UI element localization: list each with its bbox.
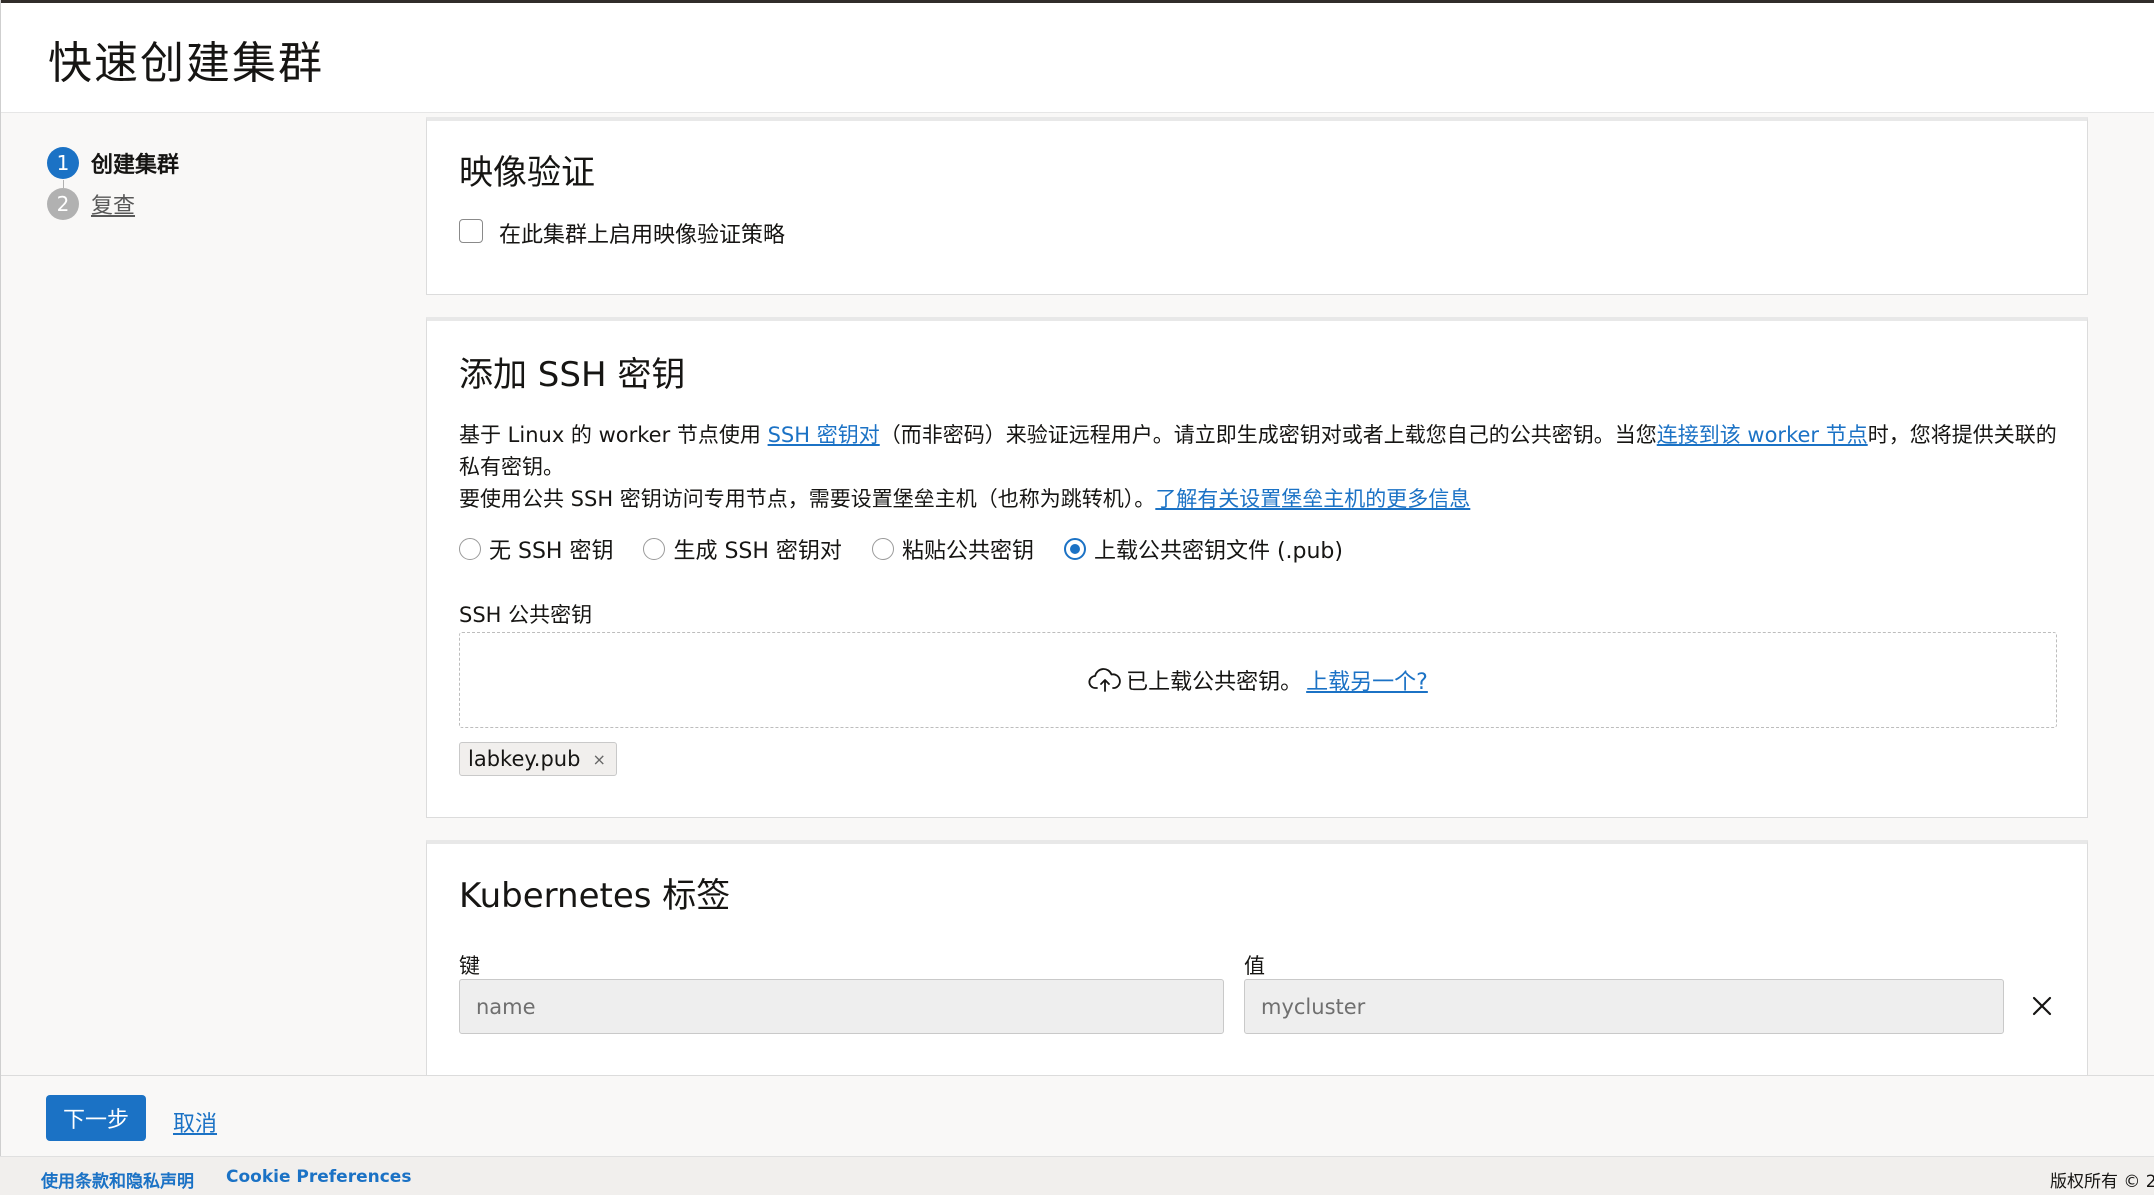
image-verification-card: 映像验证 在此集群上启用映像验证策略 — [426, 117, 2088, 295]
step-number: 2 — [47, 188, 79, 220]
page-header: 快速创建集群 — [1, 3, 2154, 113]
ssh-option-group: 无 SSH 密钥 生成 SSH 密钥对 粘贴公共密钥 上载公共密钥文件 (.pu… — [459, 533, 1373, 565]
ssh-description: 基于 Linux 的 worker 节点使用 SSH 密钥对（而非密码）来验证远… — [459, 419, 2059, 515]
page-footer: 使用条款和隐私声明 Cookie Preferences 版权所有 © 2 — [0, 1156, 2154, 1195]
radio-button[interactable] — [1063, 538, 1086, 560]
upload-status: 已上载公共密钥。 — [1126, 670, 1303, 695]
section-title: Kubernetes 标签 — [459, 876, 731, 916]
checkbox-label[interactable]: 在此集群上启用映像验证策略 — [499, 217, 785, 249]
ssh-key-card: 添加 SSH 密钥 基于 Linux 的 worker 节点使用 SSH 密钥对… — [426, 317, 2088, 818]
next-button[interactable]: 下一步 — [46, 1095, 146, 1141]
copyright-text: 版权所有 © 2 — [2050, 1172, 2154, 1192]
step-label: 创建集群 — [91, 153, 180, 178]
step-number: 1 — [47, 147, 79, 179]
radio-button[interactable] — [643, 538, 666, 560]
ssh-description-line2: 要使用公共 SSH 密钥访问专用节点，需要设置堡垒主机（也称为跳转机）。了解有关… — [459, 483, 2059, 515]
value-label: 值 — [1244, 954, 1265, 978]
chip-remove-icon[interactable]: × — [592, 750, 605, 769]
desc-text: （而非密码）来验证远程用户。请立即生成密钥对或者上载您自己的公共密钥。当您 — [879, 423, 1657, 447]
ssh-public-key-label: SSH 公共密钥 — [459, 603, 593, 627]
terms-privacy-link[interactable]: 使用条款和隐私声明 — [41, 1167, 194, 1192]
radio-upload-public-key[interactable]: 上载公共密钥文件 (.pub) — [1063, 533, 1343, 565]
uploaded-file-chip: labkey.pub × — [459, 742, 617, 776]
public-key-dropzone[interactable]: 已上载公共密钥。 上载另一个? — [459, 632, 2057, 728]
page-title: 快速创建集群 — [48, 38, 324, 89]
upload-cloud-icon — [1088, 668, 1121, 692]
radio-label[interactable]: 粘贴公共密钥 — [902, 533, 1034, 565]
section-title: 映像验证 — [459, 153, 595, 193]
label-value-input[interactable]: mycluster — [1244, 979, 2004, 1034]
connect-worker-link[interactable]: 连接到该 worker 节点 — [1657, 423, 1868, 447]
wizard-body: 1 创建集群 2 复查 映像验证 在此集群上启用映像验证策略 添加 SSH 密钥… — [1, 113, 2154, 1075]
ssh-keypair-link[interactable]: SSH 密钥对 — [768, 423, 880, 447]
key-label: 键 — [459, 954, 480, 978]
upload-another-link[interactable]: 上载另一个? — [1306, 664, 1428, 696]
cookie-preferences-link[interactable]: Cookie Preferences — [226, 1167, 411, 1187]
label-key-input[interactable]: name — [459, 979, 1224, 1034]
desc-text: 基于 Linux 的 worker 节点使用 — [459, 423, 768, 447]
image-verification-checkbox[interactable] — [459, 219, 483, 243]
desc-text: 要使用公共 SSH 密钥访问专用节点，需要设置堡垒主机（也称为跳转机）。 — [459, 487, 1156, 511]
radio-button[interactable] — [871, 538, 894, 560]
step-label[interactable]: 复查 — [91, 188, 135, 220]
wizard-action-bar: 下一步 取消 — [1, 1075, 2154, 1157]
close-icon[interactable] — [2025, 989, 2059, 1023]
file-name: labkey.pub — [468, 747, 581, 771]
step-create-cluster: 1 创建集群 — [47, 146, 179, 180]
bastion-info-link[interactable]: 了解有关设置堡垒主机的更多信息 — [1155, 487, 1470, 511]
radio-button[interactable] — [459, 538, 481, 560]
ssh-description-line1: 基于 Linux 的 worker 节点使用 SSH 密钥对（而非密码）来验证远… — [459, 419, 2059, 483]
radio-label[interactable]: 无 SSH 密钥 — [489, 533, 613, 565]
radio-label[interactable]: 上载公共密钥文件 (.pub) — [1094, 533, 1343, 565]
cancel-link[interactable]: 取消 — [173, 1106, 217, 1138]
radio-paste-public-key[interactable]: 粘贴公共密钥 — [871, 533, 1034, 565]
kubernetes-labels-card: Kubernetes 标签 键 值 name mycluster — [426, 840, 2088, 1075]
radio-no-ssh-key[interactable]: 无 SSH 密钥 — [459, 533, 613, 565]
radio-generate-keypair[interactable]: 生成 SSH 密钥对 — [643, 533, 842, 565]
radio-label[interactable]: 生成 SSH 密钥对 — [673, 533, 841, 565]
section-title: 添加 SSH 密钥 — [459, 355, 686, 395]
step-review[interactable]: 2 复查 — [47, 187, 135, 221]
